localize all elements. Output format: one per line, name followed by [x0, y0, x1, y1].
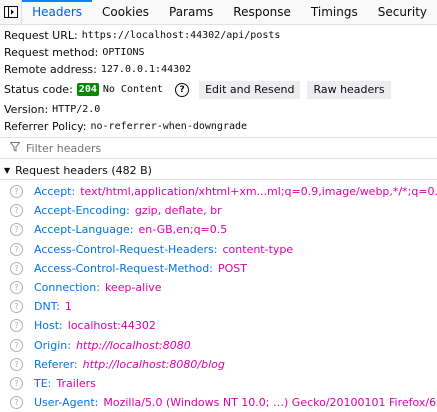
header-name: Accept: — [34, 185, 76, 199]
remote-address-label: Remote address: — [4, 63, 97, 76]
header-row[interactable]: ? Origin: http://localhost:8080 — [0, 336, 437, 355]
question-circle-icon[interactable]: ? — [10, 223, 23, 237]
question-circle-icon[interactable]: ? — [175, 82, 190, 97]
request-method-row: Request method: OPTIONS — [4, 44, 437, 61]
status-code-badge: 204 — [76, 83, 99, 96]
referrer-policy-row: Referrer Policy: no-referrer-when-downgr… — [4, 118, 437, 135]
header-row[interactable]: ? DNT: 1 — [0, 297, 437, 316]
status-code-row: Status code: 204 No Content ? Edit and R… — [4, 78, 437, 101]
question-circle-icon[interactable]: ? — [10, 242, 23, 256]
question-circle-icon[interactable]: ? — [10, 300, 23, 314]
request-url-label: Request URL: — [4, 29, 78, 42]
header-name: Host: — [34, 319, 63, 333]
question-circle-icon[interactable]: ? — [10, 357, 23, 371]
header-value: keep-alive — [104, 281, 162, 295]
tab-timings[interactable]: Timings — [301, 0, 368, 24]
header-row[interactable]: ? Connection: keep-alive — [0, 278, 437, 297]
header-value: http://localhost:8080/blog — [82, 357, 225, 371]
header-value: Trailers — [56, 376, 96, 390]
header-name: Accept-Encoding: — [34, 204, 130, 218]
header-value: http://localhost:8080 — [75, 338, 191, 352]
question-circle-icon[interactable]: ? — [10, 204, 23, 218]
header-value: 1 — [64, 300, 72, 314]
version-label: Version: — [4, 103, 49, 116]
tab-cookies[interactable]: Cookies — [92, 0, 159, 24]
raw-headers-button[interactable]: Raw headers — [307, 80, 391, 99]
header-row[interactable]: ? Accept: text/html,application/xhtml+xm..… — [0, 182, 437, 201]
header-name: Accept-Language: — [34, 223, 134, 237]
header-value: Mozilla/5.0 (Windows NT 10.0; …) Gecko/2… — [103, 396, 437, 410]
header-name: TE: — [34, 376, 52, 390]
header-name: Referer: — [34, 357, 78, 371]
question-circle-icon[interactable]: ? — [10, 396, 23, 410]
request-url-row: Request URL: https://localhost:44302/api… — [4, 27, 437, 44]
header-value: text/html,application/xhtml+xm...ml;q=0.… — [80, 185, 437, 199]
header-value: gzip, deflate, br — [134, 204, 222, 218]
header-value: localhost:44302 — [67, 319, 156, 333]
remote-address-value: 127.0.0.1:44302 — [100, 64, 192, 75]
tab-headers[interactable]: Headers — [22, 0, 92, 24]
request-summary: Request URL: https://localhost:44302/api… — [0, 25, 437, 135]
header-name: Origin: — [34, 338, 71, 352]
status-text: No Content — [102, 84, 164, 95]
sidebar-toggle-button[interactable] — [0, 0, 23, 24]
header-row[interactable]: ? Accept-Language: en-GB,en;q=0.5 — [0, 220, 437, 239]
tab-params[interactable]: Params — [159, 0, 223, 24]
section-title: Request headers (482 B) — [15, 163, 152, 177]
question-circle-icon[interactable]: ? — [10, 261, 23, 275]
request-method-value: OPTIONS — [102, 47, 145, 58]
header-list: ? Accept: text/html,application/xhtml+xm..… — [0, 180, 437, 412]
filter-icon — [9, 141, 21, 155]
question-circle-icon[interactable]: ? — [10, 319, 23, 333]
header-value: POST — [217, 261, 247, 275]
sidebar-toggle-icon — [3, 6, 18, 18]
filter-bar — [0, 137, 437, 159]
header-row[interactable]: ? Access-Control-Request-Headers: content-… — [0, 240, 437, 259]
version-row: Version: HTTP/2.0 — [4, 101, 437, 118]
edit-and-resend-button[interactable]: Edit and Resend — [199, 80, 301, 99]
version-value: HTTP/2.0 — [52, 104, 101, 115]
tab-response[interactable]: Response — [223, 0, 301, 24]
filter-headers-input[interactable] — [26, 141, 326, 155]
request-method-label: Request method: — [4, 46, 99, 59]
question-circle-icon[interactable]: ? — [10, 281, 23, 295]
header-name: Access-Control-Request-Method: — [34, 261, 213, 275]
header-value: en-GB,en;q=0.5 — [138, 223, 228, 237]
header-row[interactable]: ? Accept-Encoding: gzip, deflate, br — [0, 201, 437, 220]
header-name: DNT: — [34, 300, 60, 314]
header-name: Connection: — [34, 281, 100, 295]
question-circle-icon[interactable]: ? — [10, 376, 23, 390]
header-row[interactable]: ? Host: localhost:44302 — [0, 316, 437, 335]
question-circle-icon[interactable]: ? — [10, 338, 23, 352]
request-headers-section-toggle[interactable]: ▼ Request headers (482 B) — [0, 161, 437, 180]
header-name: User-Agent: — [34, 396, 99, 410]
status-code-label: Status code: — [4, 83, 73, 96]
chevron-down-icon: ▼ — [4, 165, 11, 175]
header-row[interactable]: ? Access-Control-Request-Method: POST — [0, 259, 437, 278]
referrer-policy-value: no-referrer-when-downgrade — [90, 121, 248, 132]
request-url-value: https://localhost:44302/api/posts — [81, 30, 281, 41]
referrer-policy-label: Referrer Policy: — [4, 120, 87, 133]
question-circle-icon[interactable]: ? — [10, 185, 23, 199]
header-value: content-type — [222, 242, 294, 256]
header-name: Access-Control-Request-Headers: — [34, 242, 218, 256]
header-row[interactable]: ? TE: Trailers — [0, 374, 437, 393]
header-row[interactable]: ? Referer: http://localhost:8080/blog — [0, 355, 437, 374]
header-row[interactable]: ? User-Agent: Mozilla/5.0 (Windows NT 10.0… — [0, 393, 437, 412]
tab-security[interactable]: Security — [368, 0, 437, 24]
remote-address-row: Remote address: 127.0.0.1:44302 — [4, 61, 437, 78]
details-tabbar: Headers Cookies Params Response Timings Secur… — [0, 0, 437, 25]
